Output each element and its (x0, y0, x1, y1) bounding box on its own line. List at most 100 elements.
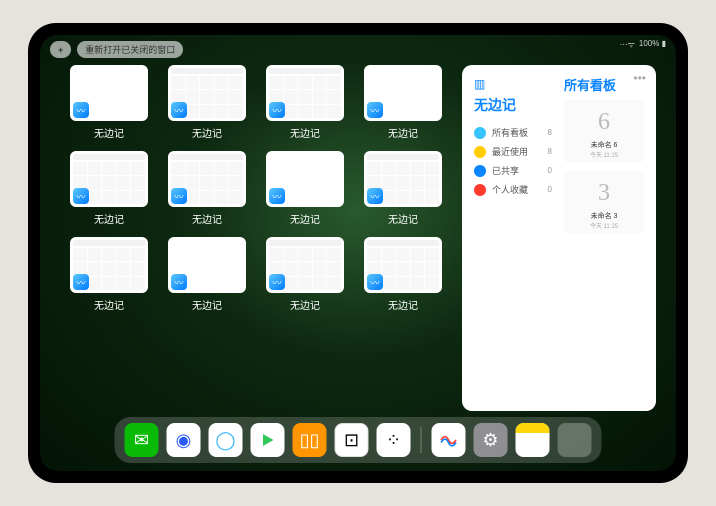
window-thumb[interactable]: 〰无边记 (168, 151, 246, 229)
freeform-app-icon: 〰 (367, 274, 383, 290)
window-preview: 〰 (70, 151, 148, 207)
panel-boards: 所有看板 6未命名 6今天 11:253未命名 3今天 11:25 (564, 75, 644, 401)
board-sketch: 3 (568, 175, 640, 211)
board-sketch: 6 (568, 104, 640, 140)
settings-icon[interactable]: ⚙ (474, 423, 508, 457)
freeform-app-icon: 〰 (367, 102, 383, 118)
window-thumb[interactable]: 〰无边记 (364, 237, 442, 315)
window-label: 无边记 (94, 125, 124, 140)
sidebar-label: 所有看板 (492, 126, 528, 139)
window-label: 无边记 (290, 211, 320, 226)
window-label: 无边记 (388, 211, 418, 226)
sidebar-count: 0 (548, 185, 552, 194)
freeform-app-icon: 〰 (73, 188, 89, 204)
sidebar-icon (474, 127, 486, 139)
app-library-icon[interactable] (558, 423, 592, 457)
freeform-app-icon: 〰 (269, 188, 285, 204)
sidebar-icon (474, 165, 486, 177)
grid-app-icon[interactable]: ⁘ (377, 423, 411, 457)
qq-browser-icon[interactable]: ◯ (209, 423, 243, 457)
board-card[interactable]: 3未命名 3今天 11:25 (564, 171, 644, 234)
window-grid: 〰无边记〰无边记〰无边记〰无边记〰无边记〰无边记〰无边记〰无边记〰无边记〰无边记… (70, 65, 442, 411)
window-thumb[interactable]: 〰无边记 (168, 65, 246, 143)
reopen-label: 重新打开已关闭的窗口 (85, 43, 175, 56)
window-label: 无边记 (388, 297, 418, 312)
window-preview: 〰 (168, 65, 246, 121)
window-thumb[interactable]: 〰无边记 (364, 151, 442, 229)
window-label: 无边记 (94, 297, 124, 312)
books-icon[interactable]: ▯▯ (293, 423, 327, 457)
wifi-icon: ⋯ᯤ (620, 39, 635, 50)
sidebar-toggle-icon[interactable]: ▥ (474, 77, 485, 91)
battery-indicator: 100% ▮ (639, 39, 666, 50)
window-label: 无边记 (192, 211, 222, 226)
freeform-app-icon: 〰 (269, 274, 285, 290)
screen: ⋯ᯤ 100% ▮ + 重新打开已关闭的窗口 〰无边记〰无边记〰无边记〰无边记〰… (40, 35, 676, 471)
board-date: 今天 11:25 (568, 221, 640, 230)
sidebar-label: 个人收藏 (492, 183, 528, 196)
freeform-app-icon: 〰 (367, 188, 383, 204)
status-bar: ⋯ᯤ 100% ▮ (620, 39, 666, 50)
freeform-app-icon: 〰 (171, 102, 187, 118)
ipad-frame: ⋯ᯤ 100% ▮ + 重新打开已关闭的窗口 〰无边记〰无边记〰无边记〰无边记〰… (28, 23, 688, 483)
window-label: 无边记 (94, 211, 124, 226)
panel-sidebar: ▥ 无边记 所有看板 8 最近使用 8 已共享 0 个人收藏 0 (474, 75, 552, 401)
game-icon[interactable]: ⊡ (335, 423, 369, 457)
window-preview: 〰 (168, 151, 246, 207)
window-label: 无边记 (290, 125, 320, 140)
sidebar-label: 已共享 (492, 164, 519, 177)
sidebar-count: 8 (548, 147, 552, 156)
freeform-app-icon: 〰 (73, 102, 89, 118)
panel-title: 无边记 (474, 95, 552, 115)
sidebar-icon (474, 184, 486, 196)
window-thumb[interactable]: 〰无边记 (70, 65, 148, 143)
window-preview: 〰 (364, 151, 442, 207)
window-label: 无边记 (192, 125, 222, 140)
freeform-app-icon: 〰 (73, 274, 89, 290)
window-preview: 〰 (70, 237, 148, 293)
freeform-app-icon: 〰 (171, 188, 187, 204)
reopen-closed-button[interactable]: 重新打开已关闭的窗口 (77, 41, 183, 58)
window-thumb[interactable]: 〰无边记 (364, 65, 442, 143)
window-preview: 〰 (266, 65, 344, 121)
app-panel[interactable]: ••• ▥ 无边记 所有看板8最近使用8已共享0个人收藏0 所有看板 6未命名 … (462, 65, 656, 411)
plus-icon: + (58, 45, 63, 55)
sidebar-count: 8 (548, 128, 552, 137)
content-area: 〰无边记〰无边记〰无边记〰无边记〰无边记〰无边记〰无边记〰无边记〰无边记〰无边记… (70, 65, 656, 411)
window-preview: 〰 (364, 237, 442, 293)
window-preview: 〰 (266, 151, 344, 207)
wechat-icon[interactable]: ✉ (125, 423, 159, 457)
more-icon[interactable]: ••• (633, 71, 646, 85)
board-name: 未命名 6 (568, 140, 640, 150)
window-label: 无边记 (388, 125, 418, 140)
window-thumb[interactable]: 〰无边记 (266, 65, 344, 143)
freeform-icon[interactable] (432, 423, 466, 457)
play-icon[interactable] (251, 423, 285, 457)
window-thumb[interactable]: 〰无边记 (70, 151, 148, 229)
window-thumb[interactable]: 〰无边记 (70, 237, 148, 315)
window-preview: 〰 (266, 237, 344, 293)
window-label: 无边记 (290, 297, 320, 312)
sidebar-item[interactable]: 所有看板 8 (474, 123, 552, 142)
window-preview: 〰 (364, 65, 442, 121)
sidebar-item[interactable]: 最近使用 8 (474, 142, 552, 161)
top-bar: + 重新打开已关闭的窗口 (50, 41, 183, 58)
notes-icon[interactable] (516, 423, 550, 457)
sidebar-count: 0 (548, 166, 552, 175)
board-card[interactable]: 6未命名 6今天 11:25 (564, 100, 644, 163)
freeform-app-icon: 〰 (269, 102, 285, 118)
window-thumb[interactable]: 〰无边记 (266, 151, 344, 229)
all-boards-title: 所有看板 (564, 75, 644, 94)
quark-icon[interactable]: ◉ (167, 423, 201, 457)
new-window-button[interactable]: + (50, 41, 71, 58)
sidebar-label: 最近使用 (492, 145, 528, 158)
window-label: 无边记 (192, 297, 222, 312)
window-thumb[interactable]: 〰无边记 (168, 237, 246, 315)
window-thumb[interactable]: 〰无边记 (266, 237, 344, 315)
freeform-app-icon: 〰 (171, 274, 187, 290)
sidebar-item[interactable]: 已共享 0 (474, 161, 552, 180)
sidebar-item[interactable]: 个人收藏 0 (474, 180, 552, 199)
window-preview: 〰 (168, 237, 246, 293)
board-date: 今天 11:25 (568, 150, 640, 159)
board-name: 未命名 3 (568, 211, 640, 221)
